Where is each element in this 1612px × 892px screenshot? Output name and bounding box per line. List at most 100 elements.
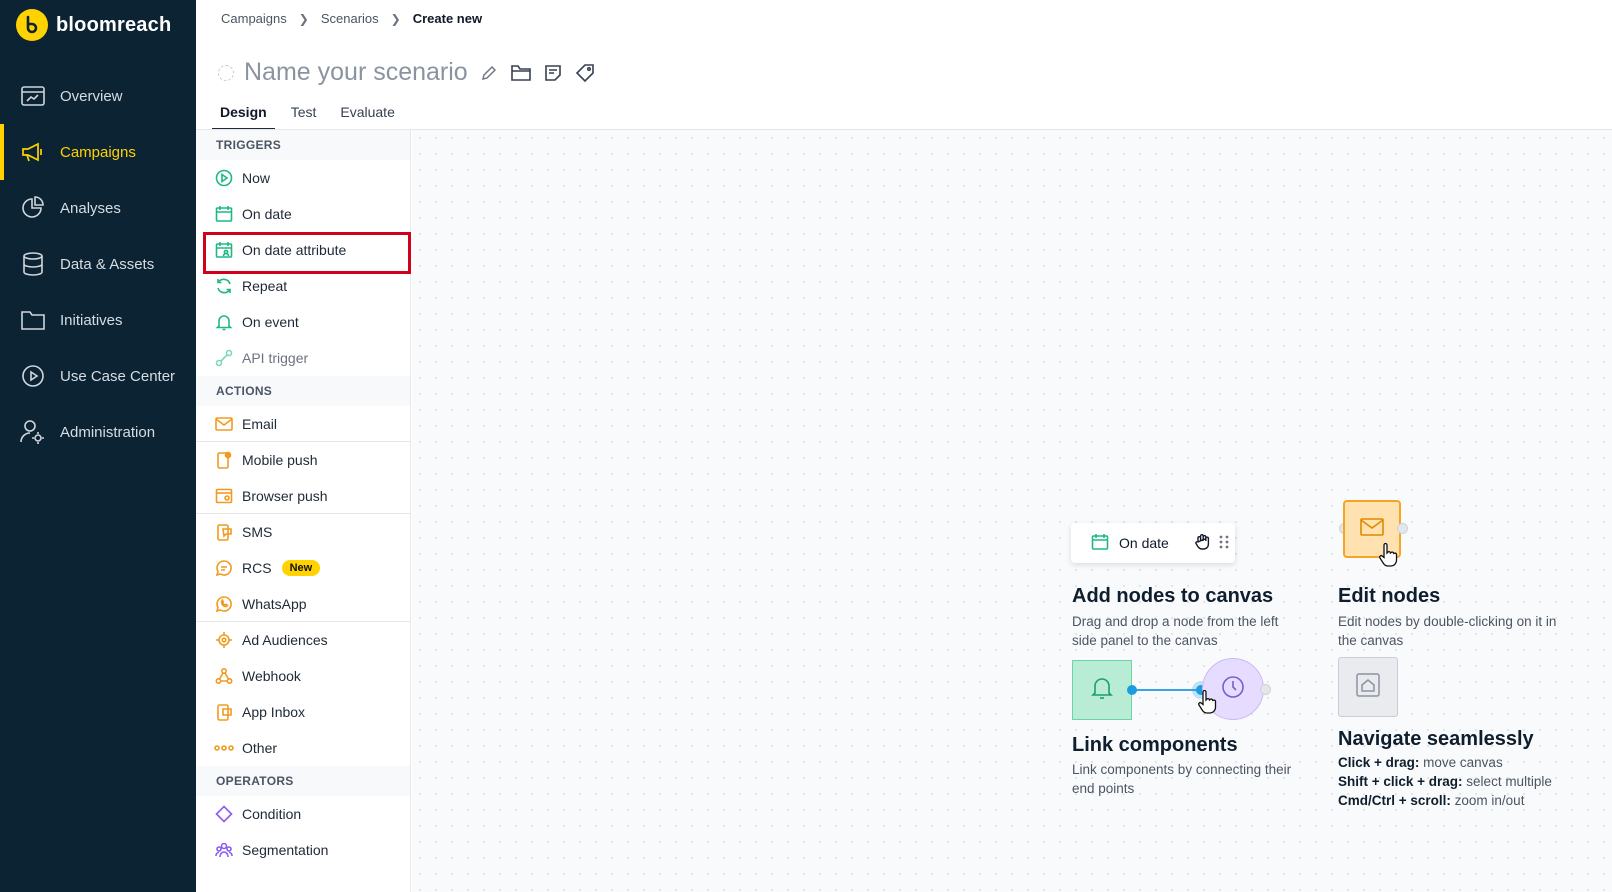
pie-chart-icon	[20, 195, 46, 221]
shortcut-click-drag: Click + drag: move canvas	[1338, 755, 1503, 770]
shortcut-shift-click-drag: Shift + click + drag: select multiple	[1338, 774, 1552, 789]
breadcrumb-scenarios[interactable]: Scenarios	[321, 11, 379, 26]
hint-link-desc-line1: Link components by connecting their	[1072, 762, 1292, 777]
breadcrumb-campaigns[interactable]: Campaigns	[221, 11, 287, 26]
shortcut-action: move canvas	[1419, 755, 1503, 770]
node-webhook[interactable]: Webhook	[196, 658, 410, 694]
grab-hand-icon	[1193, 532, 1213, 555]
bell-icon	[1090, 675, 1114, 706]
sidebar-item-label: Use Case Center	[60, 367, 176, 385]
node-label: Now	[242, 170, 271, 186]
play-circle-icon	[214, 168, 234, 188]
breadcrumb: Campaigns ❯ Scenarios ❯ Create new	[221, 11, 482, 26]
connector-dot	[1260, 684, 1271, 695]
hint-link-title: Link components	[1072, 734, 1238, 756]
node-on-date[interactable]: On date	[196, 196, 410, 232]
node-label: Browser push	[242, 487, 328, 504]
bloomreach-logo-icon	[16, 9, 48, 41]
node-now[interactable]: Now	[196, 160, 410, 196]
node-repeat[interactable]: Repeat	[196, 268, 410, 304]
tabs: Design Test Evaluate	[212, 100, 411, 130]
connector-dot	[1397, 523, 1408, 534]
logo[interactable]: bloomreach	[16, 9, 171, 41]
node-label: Repeat	[242, 278, 288, 294]
megaphone-icon	[20, 139, 46, 165]
home-box-icon	[1355, 672, 1381, 703]
calendar-user-icon	[214, 240, 234, 260]
sidebar-item-use-case-center[interactable]: Use Case Center	[0, 348, 196, 404]
hint-add-nodes-desc-line1: Drag and drop a node from the left	[1072, 614, 1279, 629]
sidebar-item-campaigns[interactable]: Campaigns	[0, 124, 196, 180]
shortcut-action: select multiple	[1462, 774, 1552, 789]
database-icon	[20, 251, 46, 277]
hint-add-nodes-title: Add nodes to canvas	[1072, 585, 1274, 607]
browser-push-icon	[214, 486, 234, 506]
api-link-icon	[214, 348, 234, 368]
scenario-title[interactable]: Name your scenario	[244, 58, 468, 87]
clock-icon	[1221, 675, 1245, 704]
hint-link-desc-line2: end points	[1072, 781, 1135, 796]
sidebar-item-analyses[interactable]: Analyses	[0, 180, 196, 236]
node-other[interactable]: Other	[196, 730, 410, 766]
connector-dot	[1127, 685, 1137, 695]
more-dots-icon	[214, 738, 234, 758]
node-label: Condition	[242, 806, 302, 822]
chevron-right-icon: ❯	[298, 11, 309, 26]
users-group-icon	[214, 840, 234, 860]
node-browser-push[interactable]: Browser push	[196, 478, 410, 514]
node-mobile-push[interactable]: Mobile push	[196, 442, 410, 478]
node-label: On date attribute	[242, 242, 347, 258]
node-segmentation[interactable]: Segmentation	[196, 832, 410, 868]
note-icon[interactable]	[542, 62, 564, 84]
sidebar-item-overview[interactable]: Overview	[0, 68, 196, 124]
section-header-triggers: TRIGGERS	[196, 130, 410, 160]
node-api-trigger[interactable]: API trigger	[196, 340, 410, 376]
shortcut-cmd-scroll: Cmd/Ctrl + scroll: zoom in/out	[1338, 793, 1524, 808]
calendar-icon	[214, 204, 234, 224]
node-ad-audiences[interactable]: Ad Audiences	[196, 622, 410, 658]
shortcut-key: Cmd/Ctrl + scroll:	[1338, 793, 1451, 808]
node-condition[interactable]: Condition	[196, 796, 410, 832]
sidebar-item-initiatives[interactable]: Initiatives	[0, 292, 196, 348]
node-on-date-attribute[interactable]: On date attribute	[196, 232, 410, 268]
node-on-event[interactable]: On event	[196, 304, 410, 340]
node-sms[interactable]: SMS	[196, 514, 410, 550]
scenario-title-row: Name your scenario	[218, 58, 596, 87]
sidebar-item-data-assets[interactable]: Data & Assets	[0, 236, 196, 292]
pencil-icon[interactable]	[478, 62, 500, 84]
on-event-node-sample[interactable]	[1072, 660, 1132, 720]
user-settings-icon	[20, 419, 46, 445]
whatsapp-icon	[214, 594, 234, 614]
new-badge: New	[281, 560, 321, 576]
tab-design[interactable]: Design	[212, 100, 275, 130]
status-spinner-icon	[218, 64, 234, 81]
node-rcs[interactable]: RCS New	[196, 550, 410, 586]
node-email[interactable]: Email	[196, 406, 410, 442]
chat-bubble-icon	[214, 558, 234, 578]
pointer-hand-icon	[1378, 542, 1398, 572]
sidebar-item-administration[interactable]: Administration	[0, 404, 196, 460]
node-label: Mobile push	[242, 452, 318, 468]
node-label: RCS	[242, 560, 272, 576]
tab-test[interactable]: Test	[283, 100, 325, 130]
folder-icon[interactable]	[510, 62, 532, 84]
on-date-node-chip[interactable]: On date	[1071, 523, 1235, 563]
node-whatsapp[interactable]: WhatsApp	[196, 586, 410, 622]
section-header-actions: ACTIONS	[196, 376, 410, 406]
pointer-hand-icon	[1197, 689, 1217, 719]
node-label: App Inbox	[242, 704, 306, 720]
tab-evaluate[interactable]: Evaluate	[332, 100, 402, 130]
hint-edit-nodes-title: Edit nodes	[1338, 585, 1441, 607]
tag-icon[interactable]	[574, 62, 596, 84]
repeat-icon	[214, 276, 234, 296]
node-label: API trigger	[242, 350, 309, 366]
chip-label: On date	[1119, 535, 1169, 551]
node-label: Email	[242, 415, 278, 432]
hint-edit-nodes-desc-line2: the canvas	[1338, 633, 1404, 648]
navigate-node-sample[interactable]	[1338, 657, 1398, 717]
sidebar-item-label: Campaigns	[60, 143, 136, 161]
drag-handle-icon	[1219, 534, 1229, 553]
sidebar-item-label: Administration	[60, 423, 156, 441]
app-inbox-icon	[214, 702, 234, 722]
node-app-inbox[interactable]: App Inbox	[196, 694, 410, 730]
